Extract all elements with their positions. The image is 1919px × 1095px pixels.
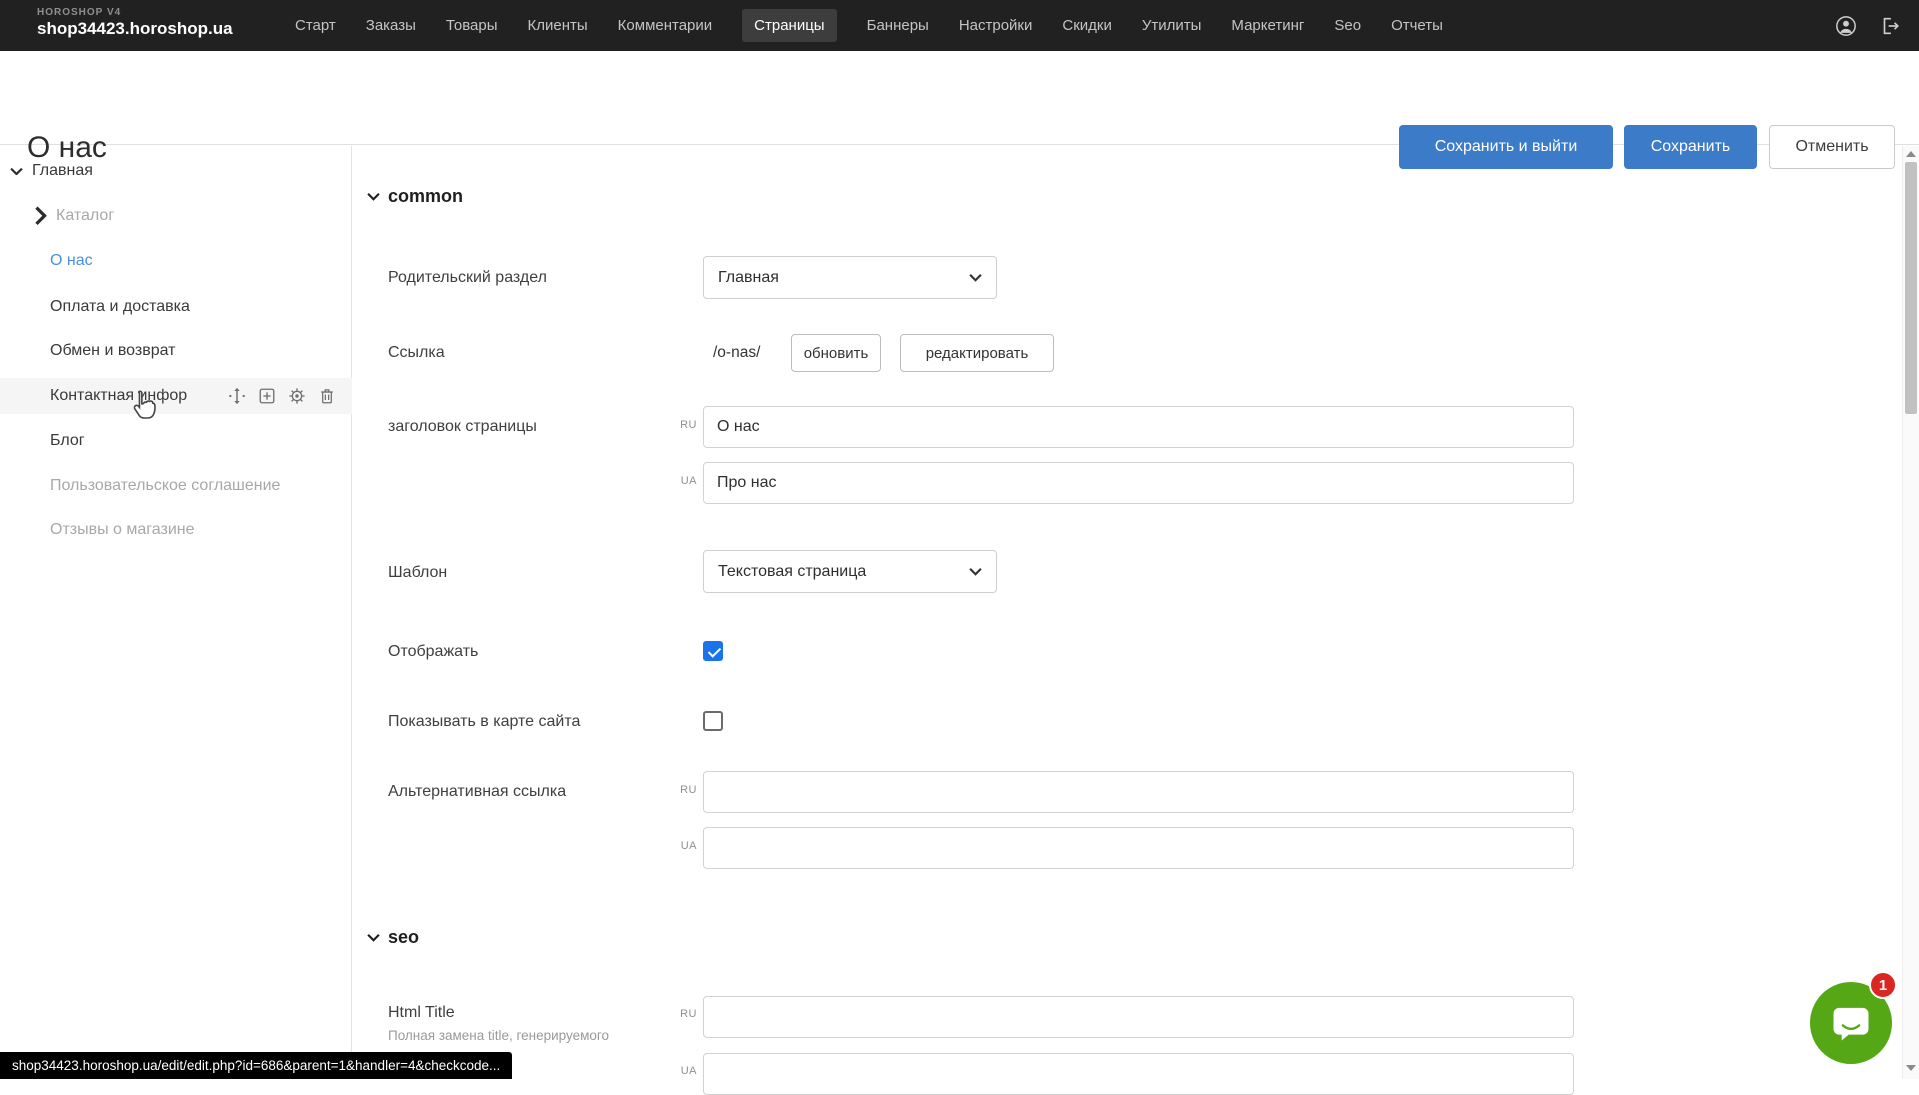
sidebar-item-blog[interactable]: Блог [50,429,85,453]
delete-trash-icon[interactable] [318,387,336,405]
template-label: Шаблон [388,563,447,583]
brand-logo[interactable]: HOROSHOP V4 shop34423.horoshop.ua [37,7,233,39]
section-title: seo [388,927,419,948]
sitemap-checkbox[interactable] [703,711,723,731]
html-title-ua-input[interactable] [703,1053,1574,1095]
scroll-up-arrow[interactable] [1906,151,1916,157]
html-title-ru-input[interactable] [703,996,1574,1038]
sidebar-item-label: Обмен и возврат [50,339,175,363]
sidebar-item-payment-delivery[interactable]: Оплата и доставка [50,295,190,319]
edit-link-button[interactable]: редактировать [900,334,1054,372]
sidebar-item-catalog[interactable]: Каталог [34,204,114,228]
sidebar-item-about[interactable]: О нас [50,249,93,273]
nav-item-start[interactable]: Старт [295,17,336,34]
sidebar-item-label: О нас [50,249,93,273]
sidebar-item-label: Пользовательское соглашение [50,474,280,498]
move-icon[interactable] [228,387,246,405]
scroll-down-arrow[interactable] [1906,1065,1916,1071]
sidebar-item-store-reviews[interactable]: Отзывы о магазине [50,518,195,542]
nav-item-pages[interactable]: Страницы [742,9,836,42]
parent-section-value: Главная [718,269,779,287]
collapse-chevron-icon [367,933,380,942]
display-label: Отображать [388,642,478,662]
sidebar-item-label: Оплата и доставка [50,295,190,319]
nav-item-comments[interactable]: Комментарии [618,17,712,34]
scrollbar-thumb[interactable] [1905,162,1917,414]
lang-badge-ua: UA [653,475,697,487]
sidebar-item-label: Блог [50,429,85,453]
sidebar-item-label: Отзывы о магазине [50,518,195,542]
sidebar-tree: Главная Каталог О нас Оплата и доставка … [0,146,352,1079]
nav-item-banners[interactable]: Баннеры [867,17,929,34]
sitemap-label: Показывать в карте сайта [388,712,580,732]
chevron-right-icon[interactable] [34,210,47,223]
sidebar-item-contact-info[interactable]: Контактная инфор [50,384,187,408]
sidebar-item-actions [228,387,336,405]
alt-link-ru-input[interactable] [703,771,1574,813]
chevron-down-icon [969,567,982,576]
cancel-button[interactable]: Отменить [1769,125,1895,169]
link-label: Ссылка [388,343,445,363]
parent-section-label: Родительский раздел [388,268,547,288]
sidebar-item-label: Каталог [56,204,114,228]
nav-item-utilities[interactable]: Утилиты [1142,17,1202,34]
save-and-exit-button[interactable]: Сохранить и выйти [1399,125,1613,169]
link-path: /o-nas/ [713,343,760,363]
edit-form: common Родительский раздел Главная Ссылк… [353,146,1902,1079]
nav-item-products[interactable]: Товары [446,17,498,34]
collapse-chevron-icon [367,192,380,201]
top-nav: Старт Заказы Товары Клиенты Комментарии … [295,0,1443,51]
parent-section-select[interactable]: Главная [703,256,997,299]
html-title-note: Полная замена title, генерируемого [388,1028,609,1043]
topbar: HOROSHOP V4 shop34423.horoshop.ua Старт … [0,0,1919,51]
page-title: О нас [27,131,107,165]
display-checkbox[interactable] [703,641,723,661]
status-url: shop34423.horoshop.ua/edit/edit.php?id=6… [12,1058,500,1073]
brand-domain: shop34423.horoshop.ua [37,19,233,39]
nav-item-seo[interactable]: Seo [1334,17,1361,34]
account-icon[interactable] [1835,15,1857,37]
sidebar-item-label: Контактная инфор [50,384,187,408]
chat-bubble-icon [1830,1002,1872,1044]
template-value: Текстовая страница [718,563,866,581]
sidebar-item-exchange-return[interactable]: Обмен и возврат [50,339,175,363]
brand-version: HOROSHOP V4 [37,7,233,18]
status-url-bar: shop34423.horoshop.ua/edit/edit.php?id=6… [0,1052,512,1079]
sidebar-item-user-agreement[interactable]: Пользовательское соглашение [50,474,280,498]
nav-item-orders[interactable]: Заказы [366,17,416,34]
page-title-ru-input[interactable] [703,406,1574,448]
scrollbar[interactable] [1902,146,1919,1079]
nav-item-reports[interactable]: Отчеты [1391,17,1443,34]
alt-link-label: Альтернативная ссылка [388,782,566,802]
chevron-down-icon[interactable] [10,165,23,178]
topbar-icons [1835,0,1901,51]
chevron-down-icon [969,273,982,282]
lang-badge-ru: RU [653,784,697,796]
refresh-link-button[interactable]: обновить [791,334,881,372]
nav-item-settings[interactable]: Настройки [959,17,1033,34]
lang-badge-ru: RU [653,1008,697,1020]
section-seo-header[interactable]: seo [367,927,419,948]
settings-gear-icon[interactable] [288,387,306,405]
lang-badge-ru: RU [653,419,697,431]
page-title-ua-input[interactable] [703,462,1574,504]
logout-icon[interactable] [1879,15,1901,37]
html-title-label: Html Title [388,1003,455,1023]
nav-item-marketing[interactable]: Маркетинг [1231,17,1304,34]
add-page-icon[interactable] [258,387,276,405]
save-button[interactable]: Сохранить [1624,125,1757,169]
section-title: common [388,186,463,207]
nav-item-discounts[interactable]: Скидки [1062,17,1111,34]
template-select[interactable]: Текстовая страница [703,550,997,593]
lang-badge-ua: UA [653,1065,697,1077]
chat-unread-badge: 1 [1869,971,1897,999]
page-title-field-label: заголовок страницы [388,417,537,437]
page-header: О нас Сохранить и выйти Сохранить Отмени… [0,51,1919,145]
alt-link-ua-input[interactable] [703,827,1574,869]
section-common-header[interactable]: common [367,186,463,207]
lang-badge-ua: UA [653,840,697,852]
nav-item-clients[interactable]: Клиенты [528,17,588,34]
